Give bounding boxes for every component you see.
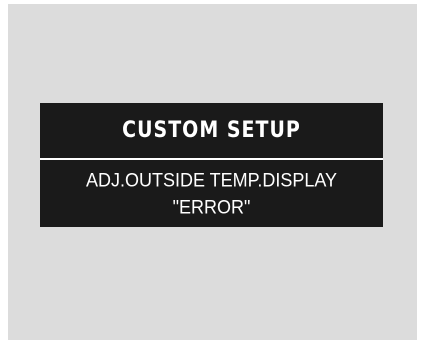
header-divider xyxy=(40,158,383,160)
panel-header: CUSTOM SETUP xyxy=(40,103,383,157)
message-line-1: ADJ.OUTSIDE TEMP.DISPLAY xyxy=(85,168,338,191)
message-line-2: "ERROR" xyxy=(172,195,251,218)
custom-setup-panel: CUSTOM SETUP ADJ.OUTSIDE TEMP.DISPLAY "E… xyxy=(40,103,383,227)
panel-title: CUSTOM SETUP xyxy=(122,117,301,143)
panel-message: ADJ.OUTSIDE TEMP.DISPLAY "ERROR" xyxy=(40,163,383,225)
